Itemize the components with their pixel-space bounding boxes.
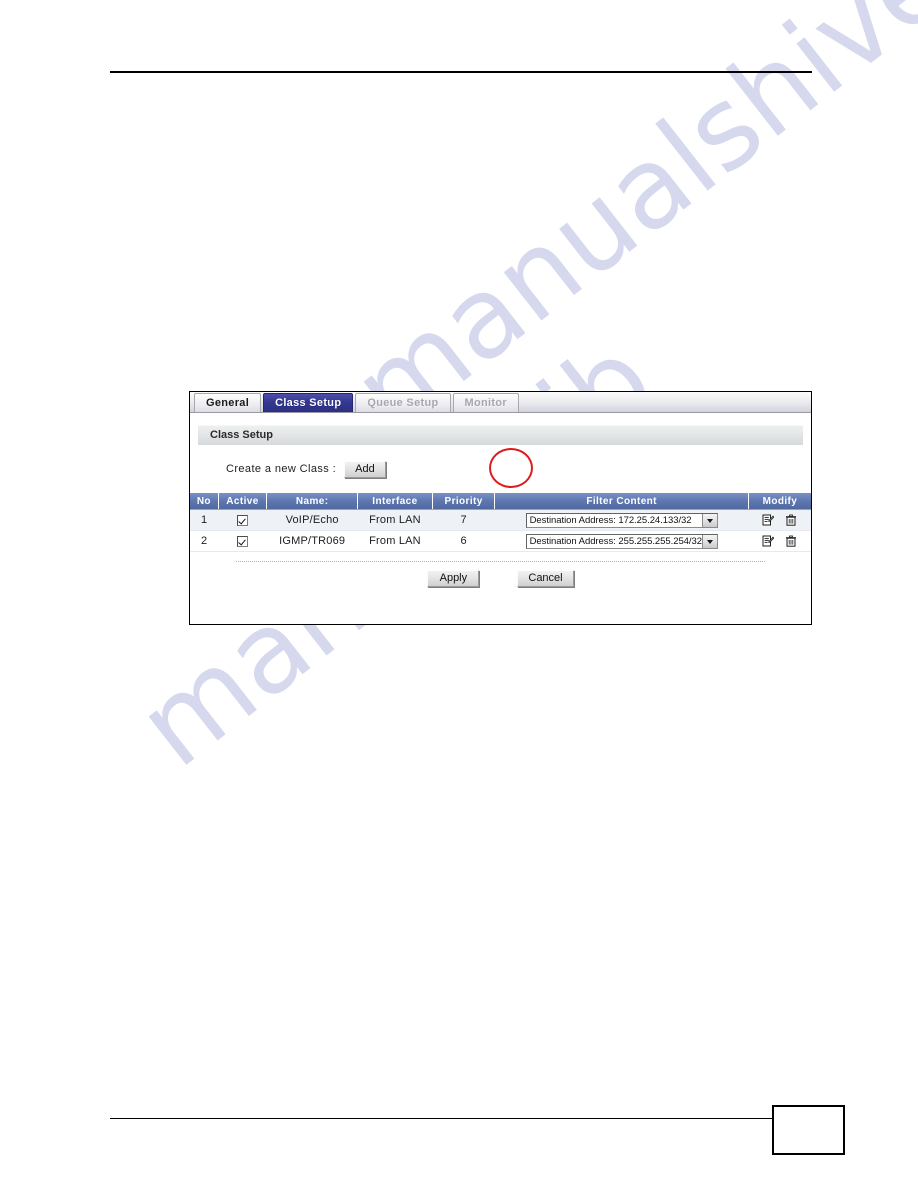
cell-name: IGMP/TR069	[266, 530, 358, 552]
active-checkbox[interactable]	[236, 535, 248, 547]
watermark-line-1: manualshive.com	[330, 0, 918, 458]
table-header-row: No Active Name: Interface Priority Filte…	[190, 493, 811, 510]
cell-interface: From LAN	[357, 509, 433, 531]
active-checkbox[interactable]	[236, 514, 248, 526]
cell-no: 2	[190, 530, 219, 552]
column-header-priority: Priority	[432, 493, 496, 510]
table-row: 2 IGMP/TR069 From LAN 6 Destination Addr…	[190, 530, 811, 552]
create-class-row: Create a new Class : Add	[190, 445, 811, 493]
edit-icon[interactable]	[762, 535, 775, 547]
cell-no: 1	[190, 509, 219, 531]
column-header-filter-content: Filter Content	[494, 493, 749, 510]
filter-content-select[interactable]: Destination Address: 172.25.24.133/32	[525, 512, 718, 528]
tab-strip: General Class Setup Queue Setup Monitor	[190, 392, 811, 413]
filter-content-value: Destination Address: 172.25.24.133/32	[529, 514, 692, 526]
page-footer-rule	[110, 1118, 773, 1119]
create-class-label: Create a new Class :	[226, 463, 337, 475]
apply-button[interactable]: Apply	[427, 570, 480, 587]
cell-filter-content: Destination Address: 255.255.255.254/32	[494, 530, 749, 552]
panel-top-spacer	[190, 413, 811, 425]
cell-modify	[748, 509, 811, 531]
tab-monitor[interactable]: Monitor	[452, 393, 519, 412]
edit-icon[interactable]	[762, 514, 775, 526]
cell-modify	[748, 530, 811, 552]
tab-queue-setup[interactable]: Queue Setup	[355, 393, 451, 412]
column-header-name: Name:	[266, 493, 359, 510]
qos-class-setup-panel: General Class Setup Queue Setup Monitor …	[189, 391, 812, 625]
add-class-button[interactable]: Add	[344, 460, 386, 478]
cell-filter-content: Destination Address: 172.25.24.133/32	[494, 509, 749, 531]
cancel-button[interactable]: Cancel	[517, 570, 574, 587]
chevron-down-icon[interactable]	[701, 534, 717, 548]
tab-general[interactable]: General	[194, 393, 262, 412]
cell-priority: 6	[432, 530, 495, 552]
tab-class-setup[interactable]: Class Setup	[263, 393, 354, 412]
class-table: No Active Name: Interface Priority Filte…	[190, 493, 811, 552]
chevron-down-icon[interactable]	[701, 513, 717, 527]
filter-content-value: Destination Address: 255.255.255.254/32	[529, 535, 702, 547]
page-header-rule	[110, 71, 812, 73]
cell-active	[218, 509, 267, 531]
trash-icon[interactable]	[785, 535, 797, 547]
cell-interface: From LAN	[357, 530, 433, 552]
cell-priority: 7	[432, 509, 495, 531]
footer-buttons: Apply Cancel	[190, 562, 811, 587]
panel-body: Class Setup Create a new Class : Add No …	[190, 413, 811, 587]
annotation-circle-add-button	[489, 448, 533, 488]
section-header-class-setup: Class Setup	[198, 425, 803, 445]
cell-name: VoIP/Echo	[266, 509, 358, 531]
column-header-active: Active	[218, 493, 268, 510]
cell-active	[218, 530, 267, 552]
filter-content-select[interactable]: Destination Address: 255.255.255.254/32	[525, 533, 718, 549]
trash-icon[interactable]	[785, 514, 797, 526]
column-header-interface: Interface	[357, 493, 433, 510]
page-number-box	[772, 1105, 845, 1155]
column-header-no: No	[190, 493, 219, 510]
column-header-modify: Modify	[748, 493, 811, 510]
table-row: 1 VoIP/Echo From LAN 7 Destination Addre…	[190, 509, 811, 531]
